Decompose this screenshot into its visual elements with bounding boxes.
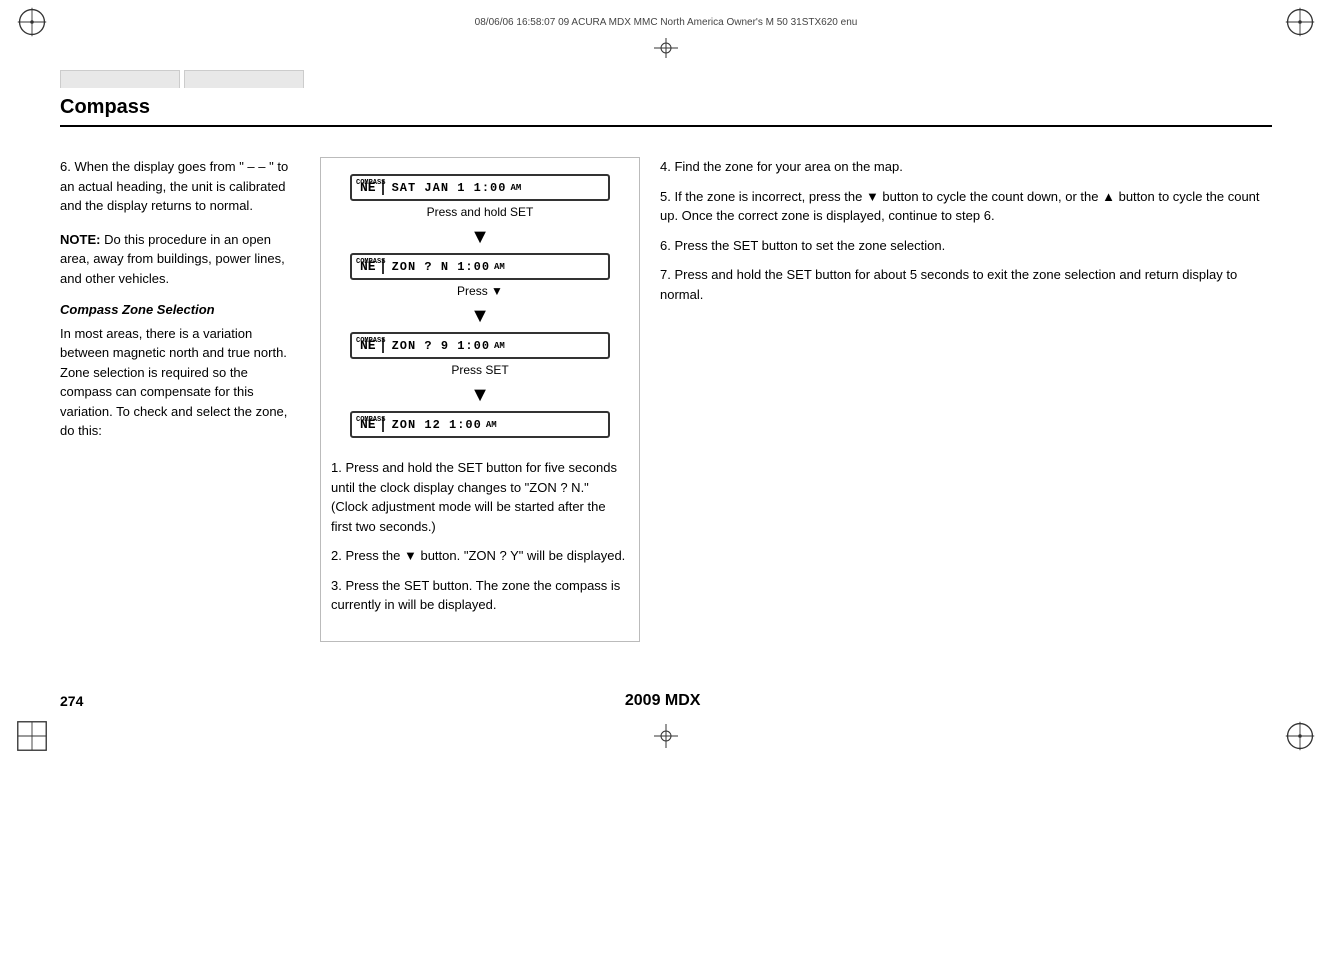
display-screen-4: COMPASS NE ZON 12 1:00 AM bbox=[350, 411, 610, 438]
screen-text-1: SAT JAN 1 1:00 bbox=[392, 181, 507, 195]
screen-suffix-4: AM bbox=[486, 420, 497, 430]
bottom-right-crosshair bbox=[1284, 720, 1316, 752]
step2-num: 2. bbox=[331, 548, 342, 563]
note-block: NOTE: Do this procedure in an open area,… bbox=[60, 230, 300, 289]
note-label: NOTE: bbox=[60, 232, 100, 247]
center-step-3: 3. Press the SET button. The zone the co… bbox=[331, 576, 629, 615]
caption-2: Press ▼ bbox=[457, 284, 503, 298]
corner-tl-crosshair bbox=[16, 6, 48, 38]
corner-tr-crosshair bbox=[1284, 6, 1316, 38]
nav-tab-2[interactable] bbox=[184, 70, 304, 88]
arrow-down-3: ▼ bbox=[470, 385, 490, 405]
nav-tab-1[interactable] bbox=[60, 70, 180, 88]
display-screen-3: COMPASS NE ZON ? 9 1:00 AM bbox=[350, 332, 610, 359]
subsection-title: Compass Zone Selection bbox=[60, 300, 300, 320]
page-number: 274 bbox=[60, 693, 83, 709]
nav-tabs bbox=[60, 60, 1272, 88]
subsection-block: Compass Zone Selection In most areas, th… bbox=[60, 300, 300, 441]
center-steps: 1. Press and hold the SET button for fiv… bbox=[331, 458, 629, 625]
step6-text: 6. When the display goes from " – – " to… bbox=[60, 159, 288, 213]
display-screen-2: COMPASS NE ZON ? N 1:00 AM bbox=[350, 253, 610, 280]
arrow-down-1: ▼ bbox=[470, 227, 490, 247]
compass-label-3: COMPASS bbox=[356, 337, 385, 345]
screen-suffix-1: AM bbox=[510, 183, 521, 193]
left-step-6: 6. When the display goes from " – – " to… bbox=[60, 157, 300, 216]
section-title: Compass bbox=[60, 88, 1272, 127]
step2-text: Press the ▼ button. "ZON ? Y" will be di… bbox=[345, 548, 625, 563]
main-content: 6. When the display goes from " – – " to… bbox=[60, 147, 1272, 652]
screen-suffix-2: AM bbox=[494, 262, 505, 272]
step5-num: 5. bbox=[660, 189, 671, 204]
screen-text-3: ZON ? 9 1:00 bbox=[392, 339, 490, 353]
display-screen-1: COMPASS NE SAT JAN 1 1:00 AM bbox=[350, 174, 610, 201]
left-column: 6. When the display goes from " – – " to… bbox=[60, 157, 300, 642]
step4-num: 4. bbox=[660, 159, 671, 174]
page-footer: 274 2009 MDX bbox=[60, 672, 1272, 720]
header-file-info: 08/06/06 16:58:07 09 ACURA MDX MMC North… bbox=[48, 17, 1284, 28]
arrow-down-2: ▼ bbox=[470, 306, 490, 326]
bottom-left-crosshair bbox=[16, 720, 48, 752]
subsection-text: In most areas, there is a variation betw… bbox=[60, 326, 287, 439]
right-step-6: 6. Press the SET button to set the zone … bbox=[660, 236, 1272, 256]
step6-num: 6. bbox=[660, 238, 671, 253]
step1-text: Press and hold the SET button for five s… bbox=[331, 460, 617, 534]
step4-text: Find the zone for your area on the map. bbox=[674, 159, 902, 174]
bottom-center-crosshair bbox=[650, 724, 682, 748]
center-step-2: 2. Press the ▼ button. "ZON ? Y" will be… bbox=[331, 546, 629, 566]
screen-suffix-3: AM bbox=[494, 341, 505, 351]
caption-1: Press and hold SET bbox=[427, 205, 534, 219]
model-year: 2009 MDX bbox=[83, 692, 1242, 710]
caption-3: Press SET bbox=[451, 363, 508, 377]
screen-text-4: ZON 12 1:00 bbox=[392, 418, 482, 432]
screen-text-2: ZON ? N 1:00 bbox=[392, 260, 490, 274]
right-step-4: 4. Find the zone for your area on the ma… bbox=[660, 157, 1272, 177]
step3-text: Press the SET button. The zone the compa… bbox=[331, 578, 620, 613]
step5-text: If the zone is incorrect, press the ▼ bu… bbox=[660, 189, 1260, 224]
compass-label-4: COMPASS bbox=[356, 416, 385, 424]
step7-num: 7. bbox=[660, 267, 671, 282]
compass-label-1: COMPASS bbox=[356, 179, 385, 187]
compass-label-2: COMPASS bbox=[356, 258, 385, 266]
top-center-crosshair bbox=[650, 38, 682, 58]
step1-num: 1. bbox=[331, 460, 342, 475]
center-column: COMPASS NE SAT JAN 1 1:00 AM Press and h… bbox=[320, 157, 640, 642]
step7-text: Press and hold the SET button for about … bbox=[660, 267, 1237, 302]
center-step-1: 1. Press and hold the SET button for fiv… bbox=[331, 458, 629, 536]
right-step-7: 7. Press and hold the SET button for abo… bbox=[660, 265, 1272, 304]
right-step-5: 5. If the zone is incorrect, press the ▼… bbox=[660, 187, 1272, 226]
step6-right-text: Press the SET button to set the zone sel… bbox=[674, 238, 945, 253]
right-column: 4. Find the zone for your area on the ma… bbox=[660, 157, 1272, 642]
step3-num: 3. bbox=[331, 578, 342, 593]
